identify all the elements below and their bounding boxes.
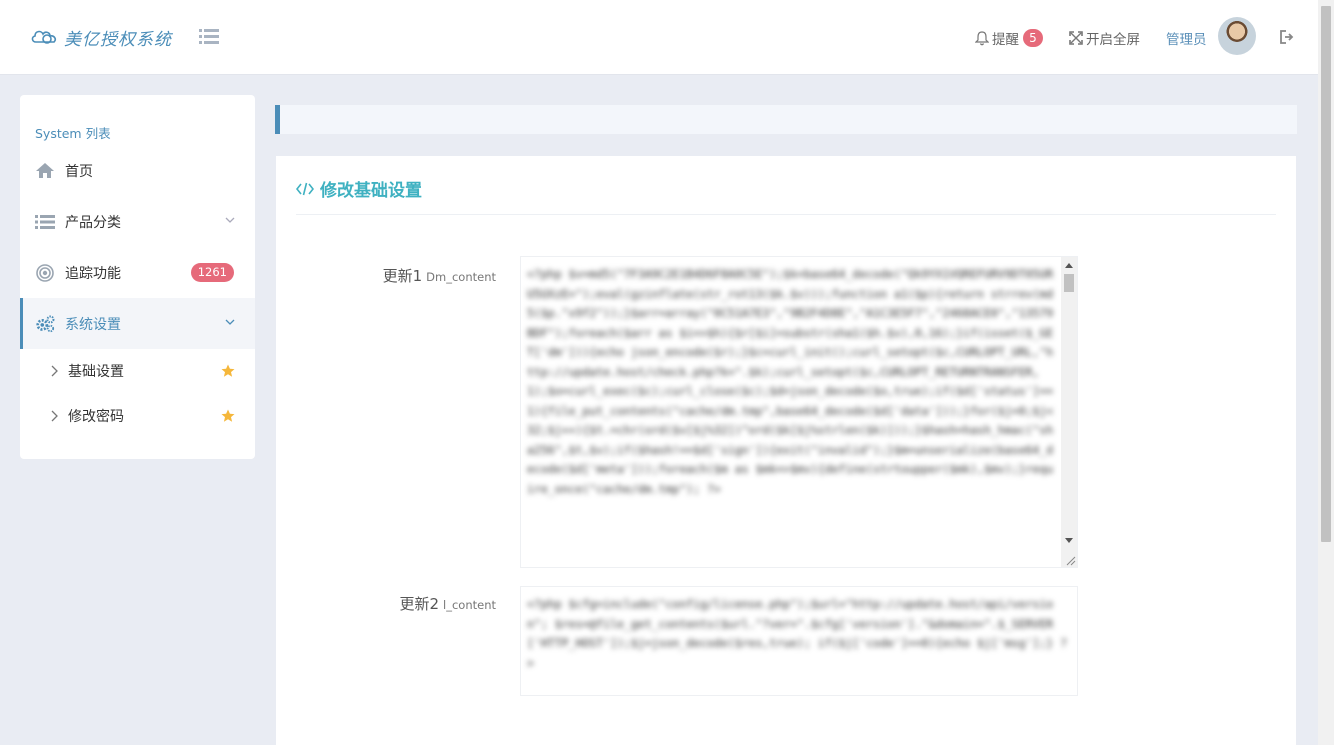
breadcrumb xyxy=(275,105,1297,134)
notify-count-badge: 5 xyxy=(1023,29,1043,47)
sidebar-subitem-label: 基础设置 xyxy=(68,364,124,380)
sidebar-item-home[interactable]: 首页 xyxy=(20,145,255,196)
textarea-content: <?php $v=md5("7F3A9C2E1B4D6F8A0C5E");$k=… xyxy=(527,267,1054,496)
user-menu[interactable]: 管理员 xyxy=(1166,27,1207,49)
sidebar-title: System 列表 xyxy=(35,126,111,141)
code-icon xyxy=(296,182,314,195)
cloud-logo-icon xyxy=(31,30,57,44)
list-menu-icon xyxy=(199,29,219,44)
tracking-count-badge: 1261 xyxy=(190,263,234,282)
logout-button[interactable] xyxy=(1279,29,1295,45)
star-icon xyxy=(221,409,235,422)
target-icon xyxy=(35,263,55,283)
l-content-textarea[interactable]: <?php $cfg=include("config/license.php")… xyxy=(520,586,1078,696)
menu-toggle-button[interactable] xyxy=(199,28,219,46)
sidebar-subitem-change-password[interactable]: 修改密码 xyxy=(20,394,255,438)
star-icon xyxy=(221,364,235,377)
dm-content-textarea[interactable]: <?php $v=md5("7F3A9C2E1B4D6F8A0C5E");$k=… xyxy=(520,256,1078,568)
bell-icon xyxy=(975,30,989,45)
sidebar-item-system-settings[interactable]: 系统设置 xyxy=(20,298,255,349)
top-header: 美亿授权系统 提醒 5 开启全屏 管理员 xyxy=(0,0,1318,75)
notify-label: 提醒 xyxy=(992,32,1019,48)
field-sub-label: l_content xyxy=(443,598,496,612)
chevron-right-icon xyxy=(51,365,58,377)
avatar[interactable] xyxy=(1218,17,1256,55)
page-scrollbar[interactable] xyxy=(1318,0,1334,745)
gears-icon xyxy=(35,314,55,334)
sidebar-subitem-label: 修改密码 xyxy=(68,409,124,425)
divider xyxy=(296,214,1276,215)
fullscreen-label: 开启全屏 xyxy=(1086,32,1140,48)
textarea-scrollbar[interactable] xyxy=(1061,257,1077,567)
sidebar: System 列表 首页 产品分类 追踪功能 1261 系统设置 基础设置 修改… xyxy=(20,95,255,459)
list-icon xyxy=(35,212,55,232)
textarea-content: <?php $cfg=include("config/license.php")… xyxy=(527,597,1068,670)
sidebar-item-label: 系统设置 xyxy=(65,316,121,333)
fullscreen-button[interactable]: 开启全屏 xyxy=(1069,27,1140,49)
page-title: 修改基础设置 xyxy=(296,176,422,201)
settings-panel: 修改基础设置 更新1 Dm_content <?php $v=md5("7F3A9… xyxy=(276,156,1296,745)
sidebar-item-label: 产品分类 xyxy=(65,214,121,231)
app-logo[interactable]: 美亿授权系统 xyxy=(30,24,172,50)
home-icon xyxy=(35,161,55,181)
field-sub-label: Dm_content xyxy=(426,270,496,284)
resize-handle-icon[interactable] xyxy=(1061,551,1077,567)
expand-icon xyxy=(1069,31,1083,45)
sidebar-subitem-basic-settings[interactable]: 基础设置 xyxy=(20,349,255,393)
chevron-down-icon xyxy=(225,319,235,325)
sidebar-item-product-category[interactable]: 产品分类 xyxy=(20,196,255,247)
field-label-text: 更新2 xyxy=(399,595,440,613)
user-label: 管理员 xyxy=(1166,32,1207,48)
page-scrollbar-thumb[interactable] xyxy=(1321,6,1331,542)
textarea-scrollbar-thumb[interactable] xyxy=(1064,274,1074,292)
field-label-update2: 更新2 l_content xyxy=(276,593,496,614)
field-label-text: 更新1 xyxy=(382,267,423,285)
scroll-up-icon[interactable] xyxy=(1065,263,1073,268)
scroll-down-icon[interactable] xyxy=(1065,538,1073,543)
sidebar-item-label: 追踪功能 xyxy=(65,265,121,282)
chevron-down-icon xyxy=(225,217,235,223)
page-title-text: 修改基础设置 xyxy=(320,181,422,201)
logo-text: 美亿授权系统 xyxy=(64,29,172,50)
sign-out-icon xyxy=(1280,30,1294,44)
chevron-right-icon xyxy=(51,410,58,422)
sidebar-item-tracking[interactable]: 追踪功能 1261 xyxy=(20,247,255,298)
field-label-update1: 更新1 Dm_content xyxy=(276,265,496,286)
sidebar-item-label: 首页 xyxy=(65,163,93,180)
notifications-button[interactable]: 提醒 5 xyxy=(975,27,1043,49)
